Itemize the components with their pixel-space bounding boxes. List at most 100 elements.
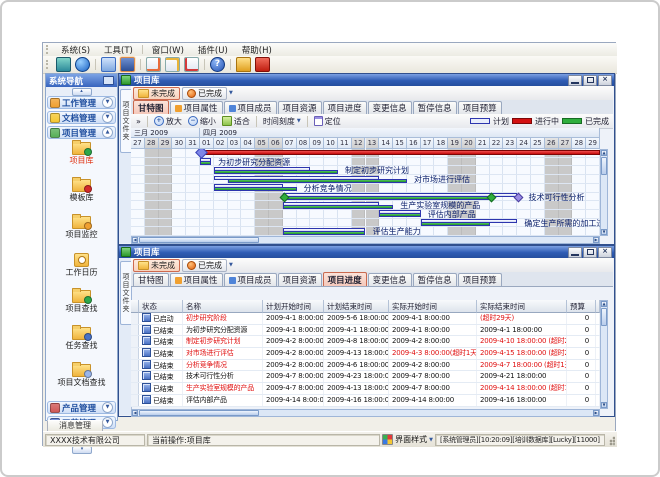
- pushpin-icon[interactable]: [103, 76, 114, 85]
- scroll-thumb[interactable]: [139, 237, 259, 243]
- task-bar-actual[interactable]: [214, 170, 338, 174]
- sidebar-item-7[interactable]: 项目文档查找: [48, 364, 115, 387]
- filter-completed-button[interactable]: 已完成: [182, 259, 227, 272]
- document-remove-icon[interactable]: [184, 57, 199, 72]
- column-header-5[interactable]: 计划结束时间: [324, 300, 389, 313]
- menu-1[interactable]: 系统(S): [54, 44, 97, 56]
- tab-1[interactable]: 甘特图: [133, 100, 169, 114]
- tab-4[interactable]: 项目资源: [278, 273, 322, 286]
- sidebar-item-4[interactable]: 工作日历: [48, 253, 115, 277]
- zoom-in-button[interactable]: +放大: [151, 115, 185, 127]
- filter-incomplete-button[interactable]: 未完成: [133, 87, 180, 100]
- scroll-up-arrow[interactable]: ▲: [601, 301, 607, 307]
- menu-3[interactable]: 窗口(W): [145, 44, 191, 56]
- scroll-up-arrow[interactable]: ▲: [601, 150, 607, 156]
- filter-incomplete-button[interactable]: 未完成: [133, 259, 180, 272]
- fit-button[interactable]: 适合: [219, 115, 253, 127]
- tab-2[interactable]: 项目属性: [170, 273, 223, 286]
- chevron-down-icon[interactable]: ▼: [102, 97, 113, 108]
- scroll-left-arrow[interactable]: ◀: [132, 237, 138, 243]
- tab-7[interactable]: 暂停信息: [413, 273, 457, 286]
- table-row[interactable]: 已结束制定初步研究计划2009-4-2 8:00:002009-4-8 18:0…: [131, 336, 600, 348]
- tab-7[interactable]: 暂停信息: [413, 101, 457, 114]
- minimize-button[interactable]: [568, 247, 582, 258]
- task-bar-inprogress[interactable]: [200, 150, 600, 155]
- menu-2[interactable]: 工具(T): [97, 44, 140, 56]
- sidebar-item-6[interactable]: 任务查找: [48, 327, 115, 350]
- restore-button[interactable]: [583, 75, 597, 86]
- column-header-1[interactable]: [131, 300, 139, 313]
- column-header-4[interactable]: 计划开始时间: [263, 300, 324, 313]
- help-icon[interactable]: ?: [210, 57, 225, 72]
- table-horizontal-scrollbar[interactable]: ◀▶: [131, 409, 600, 417]
- exit-icon[interactable]: [255, 57, 270, 72]
- tab-6[interactable]: 变更信息: [368, 273, 412, 286]
- column-header-2[interactable]: 状态: [139, 300, 183, 313]
- table-row[interactable]: 已结束确定生产所需的加工过程2009-4-17 8:00:002009-4-23…: [131, 407, 600, 408]
- table-vertical-scrollbar[interactable]: ▲▼: [600, 300, 608, 409]
- task-bar-actual[interactable]: [200, 161, 211, 165]
- web-icon[interactable]: [75, 57, 90, 72]
- tab-5[interactable]: 项目进度: [323, 101, 367, 114]
- filter-completed-button[interactable]: 已完成: [182, 87, 227, 100]
- tab-3[interactable]: 项目成员: [224, 101, 277, 114]
- tab-8[interactable]: 项目预算: [458, 273, 502, 286]
- filter-overflow-button[interactable]: ▼: [229, 90, 233, 96]
- tab-2[interactable]: 项目属性: [170, 101, 223, 114]
- close-button[interactable]: ×: [598, 75, 612, 86]
- tab-4[interactable]: 项目资源: [278, 101, 322, 114]
- table-row[interactable]: 已结束技术可行性分析2009-4-7 8:00:002009-4-23 18:0…: [131, 371, 600, 383]
- restore-button[interactable]: [583, 247, 597, 258]
- tab-8[interactable]: 项目预算: [458, 101, 502, 114]
- column-header-3[interactable]: 名称: [183, 300, 263, 313]
- minimize-button[interactable]: [568, 75, 582, 86]
- locate-button[interactable]: 定位: [311, 115, 344, 127]
- collapse-button[interactable]: ▴: [72, 88, 92, 96]
- menu-4[interactable]: 插件(U): [191, 44, 235, 56]
- system-icon[interactable]: [56, 57, 71, 72]
- chevron-down-icon[interactable]: ▼: [102, 112, 113, 123]
- table-row[interactable]: 已结束分析竞争情况2009-4-2 8:00:002009-4-6 18:00:…: [131, 360, 600, 372]
- table-row[interactable]: 已结束为初步研究分配资源2009-4-1 8:00:002009-4-1 18:…: [131, 325, 600, 337]
- task-bar-actual[interactable]: [228, 179, 407, 183]
- ui-style-button[interactable]: 界面样式 ▼: [395, 434, 433, 445]
- table-row[interactable]: 已结束对市场进行评估2009-4-2 8:00:002009-4-13 18:0…: [131, 348, 600, 360]
- tab-6[interactable]: 变更信息: [368, 101, 412, 114]
- table-row[interactable]: 已结束生产实验室规模的产品2009-4-7 8:00:002009-4-13 1…: [131, 383, 600, 395]
- table-row[interactable]: 已结束评估内部产品2009-4-14 8:00:002009-4-16 18:0…: [131, 395, 600, 407]
- tab-3[interactable]: 项目成员: [224, 273, 277, 286]
- scroll-thumb[interactable]: [139, 410, 259, 416]
- table-row[interactable]: 已启动初步研究阶段2009-4-1 8:00:002009-5-6 18:00:…: [131, 313, 600, 325]
- zoom-out-button[interactable]: −缩小: [185, 115, 219, 127]
- sidebar-item-5[interactable]: 项目查找: [48, 290, 115, 313]
- time-scale-button[interactable]: 时间刻度▼: [260, 115, 304, 127]
- gantt-horizontal-scrollbar[interactable]: ◀▶: [131, 236, 600, 244]
- close-button[interactable]: ×: [598, 247, 612, 258]
- sidebar-group-1[interactable]: 工作管理▼: [47, 96, 116, 109]
- menu-5[interactable]: 帮助(H): [235, 44, 279, 56]
- sidebar-group-bottom-1[interactable]: 产品管理▼: [47, 401, 116, 414]
- sidebar-item-3[interactable]: 项目监控: [48, 216, 115, 239]
- table-window-titlebar[interactable]: 项目库×: [119, 246, 614, 258]
- chevron-down-icon[interactable]: ▼: [102, 402, 113, 413]
- report-icon[interactable]: [146, 57, 161, 72]
- task-bar-actual[interactable]: [283, 205, 393, 209]
- scroll-thumb[interactable]: [601, 157, 607, 175]
- gantt-vertical-scrollbar[interactable]: ▲▼: [600, 149, 608, 236]
- tab-1[interactable]: 甘特图: [133, 273, 169, 286]
- document-edit-icon[interactable]: [165, 57, 180, 72]
- more-tools-button[interactable]: »: [133, 115, 144, 127]
- save-icon[interactable]: [120, 57, 135, 72]
- scroll-down-arrow[interactable]: ▼: [601, 402, 607, 408]
- scroll-right-arrow[interactable]: ▶: [593, 410, 599, 416]
- sidebar-group-3[interactable]: 项目管理▲: [47, 126, 116, 139]
- open-folder-icon[interactable]: [101, 57, 116, 72]
- column-header-6[interactable]: 实际开始时间: [389, 300, 477, 313]
- gantt-window-titlebar[interactable]: 项目库×: [119, 74, 614, 86]
- scroll-down-arrow[interactable]: ▼: [601, 229, 607, 235]
- column-header-7[interactable]: 实际结束时间: [477, 300, 567, 313]
- sidebar-item-1[interactable]: 项目库: [48, 142, 115, 165]
- column-header-8[interactable]: 预算: [567, 300, 596, 313]
- task-bar-actual[interactable]: [421, 222, 490, 226]
- filter-overflow-button[interactable]: ▼: [229, 262, 233, 268]
